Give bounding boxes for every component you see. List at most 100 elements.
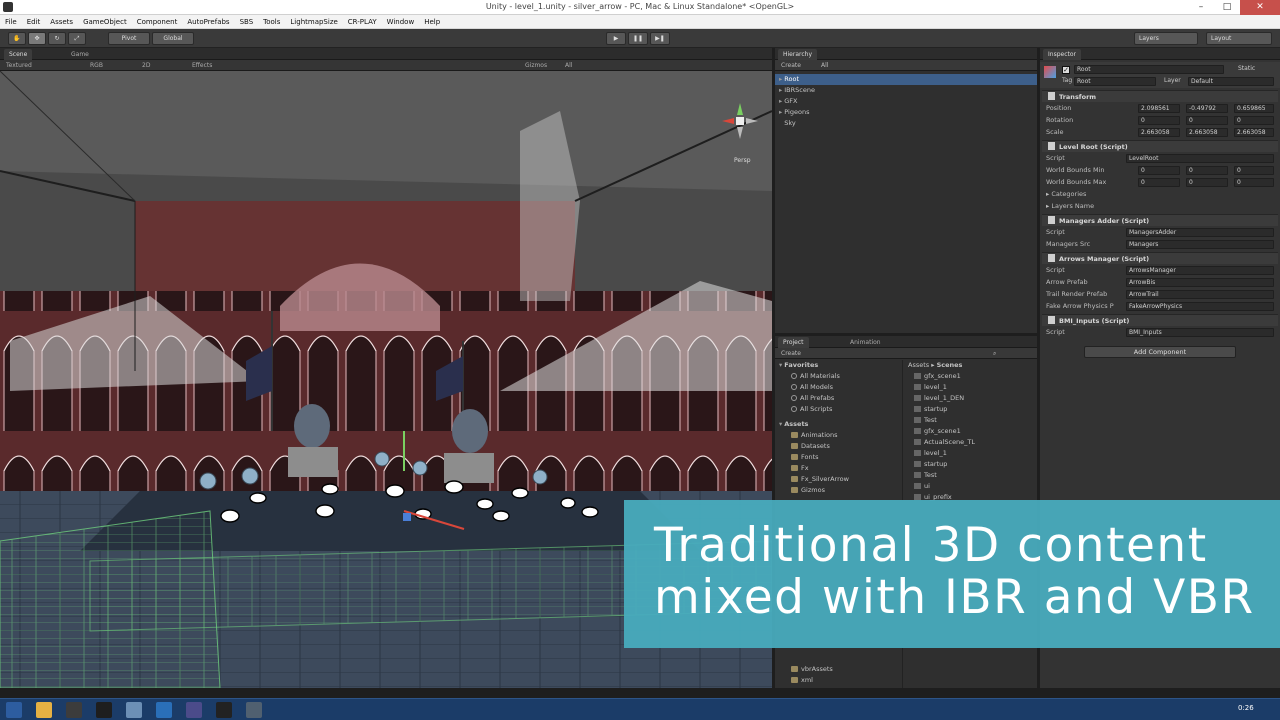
add-component-button[interactable]: Add Component	[1084, 346, 1236, 358]
orientation-gizmo[interactable]	[718, 101, 762, 141]
expand-arrow-icon[interactable]: ▸	[779, 97, 782, 105]
scene-file[interactable]: level_1_DEN	[904, 393, 1037, 404]
menu-help[interactable]: Help	[419, 15, 445, 29]
favorite-item[interactable]: All Models	[775, 382, 902, 393]
scene-file[interactable]: startup	[904, 459, 1037, 470]
close-button[interactable]: ✕	[1240, 0, 1280, 15]
hierarchy-search-input[interactable]: All	[821, 60, 828, 71]
layers-dropdown[interactable]: Layers	[1134, 32, 1198, 45]
scale-x-field[interactable]: 2.663058	[1138, 128, 1180, 137]
menu-cr-play[interactable]: CR-PLAY	[343, 15, 382, 29]
tab-game[interactable]: Game	[66, 49, 94, 60]
asset-folder[interactable]: Animations	[775, 430, 902, 441]
managers-adder-script-field[interactable]: ManagersAdder	[1126, 228, 1274, 237]
global-toggle-button[interactable]: Global	[152, 32, 194, 45]
static-checkbox[interactable]: Static	[1238, 65, 1255, 72]
layout-dropdown[interactable]: Layout	[1206, 32, 1272, 45]
tab-scene[interactable]: Scene	[4, 49, 33, 60]
expand-arrow-icon[interactable]: ▸	[779, 108, 782, 116]
app-icon[interactable]	[186, 702, 202, 718]
gizmos-dropdown[interactable]: Gizmos	[525, 60, 547, 71]
app-icon[interactable]	[156, 702, 172, 718]
rotate-tool-button[interactable]: ↻	[48, 32, 66, 45]
rotation-x-field[interactable]: 0	[1138, 116, 1180, 125]
menu-assets[interactable]: Assets	[45, 15, 78, 29]
scene-search-input[interactable]: All	[565, 60, 572, 71]
project-search-icon[interactable]: ⌕	[993, 348, 996, 359]
tab-inspector[interactable]: Inspector	[1043, 49, 1081, 60]
scene-file[interactable]: ActualScene_TL	[904, 437, 1037, 448]
categories-foldout[interactable]: ▸ Categories	[1046, 189, 1276, 200]
play-button[interactable]: ▶	[606, 32, 626, 45]
hand-tool-button[interactable]: ✋	[8, 32, 26, 45]
scene-file[interactable]: startup	[904, 404, 1037, 415]
breadcrumb-root[interactable]: Assets	[908, 361, 929, 369]
level-root-script-field[interactable]: LevelRoot	[1126, 154, 1274, 163]
world-max-y-field[interactable]: 0	[1186, 178, 1228, 187]
minimize-button[interactable]: –	[1188, 0, 1214, 15]
layers-name-foldout[interactable]: ▸ Layers Name	[1046, 201, 1276, 212]
asset-folder[interactable]: Fx_SilverArrow	[775, 474, 902, 485]
scene-file[interactable]: Test	[904, 470, 1037, 481]
app-icon[interactable]	[246, 702, 262, 718]
fake-physics-field[interactable]: FakeArrowPhysics	[1126, 302, 1274, 311]
favorite-item[interactable]: All Prefabs	[775, 393, 902, 404]
asset-folder[interactable]: Fonts	[775, 452, 902, 463]
menu-sbs[interactable]: SBS	[235, 15, 259, 29]
start-button-icon[interactable]	[6, 702, 22, 718]
position-x-field[interactable]: 2.098561	[1138, 104, 1180, 113]
asset-folder[interactable]: xml	[775, 675, 813, 686]
maximize-button[interactable]: □	[1214, 0, 1240, 15]
app-icon[interactable]	[216, 702, 232, 718]
world-min-z-field[interactable]: 0	[1234, 166, 1274, 175]
hierarchy-item-pigeons[interactable]: ▸ Pigeons	[775, 107, 1037, 118]
tab-hierarchy[interactable]: Hierarchy	[778, 49, 818, 60]
breadcrumb-current[interactable]: Scenes	[937, 361, 963, 369]
asset-folder[interactable]: Fx	[775, 463, 902, 474]
scene-file[interactable]: gfx_scene1	[904, 426, 1037, 437]
hierarchy-item-ibrscene[interactable]: ▸ IBRScene	[775, 85, 1037, 96]
shading-mode-dropdown[interactable]: Textured	[6, 60, 32, 71]
tab-project[interactable]: Project	[778, 337, 809, 348]
rotation-y-field[interactable]: 0	[1186, 116, 1228, 125]
hierarchy-item-sky[interactable]: ▸Sky	[775, 118, 1037, 129]
2d-toggle-button[interactable]: 2D	[142, 60, 150, 71]
level-root-header[interactable]: Level Root (Script)	[1042, 140, 1278, 152]
position-z-field[interactable]: 0.659865	[1234, 104, 1274, 113]
arrows-manager-script-field[interactable]: ArrowsManager	[1126, 266, 1274, 275]
step-button[interactable]: ▶❚	[650, 32, 670, 45]
render-mode-dropdown[interactable]: RGB	[90, 60, 103, 71]
hierarchy-create-dropdown[interactable]: Create	[781, 60, 801, 71]
favorite-item[interactable]: All Scripts	[775, 404, 902, 415]
menu-component[interactable]: Component	[132, 15, 183, 29]
world-min-x-field[interactable]: 0	[1138, 166, 1180, 175]
menu-autoprefabs[interactable]: AutoPrefabs	[182, 15, 234, 29]
scene-file[interactable]: level_1	[904, 448, 1037, 459]
project-create-dropdown[interactable]: Create	[781, 348, 801, 359]
managers-adder-header[interactable]: Managers Adder (Script)	[1042, 214, 1278, 226]
menu-tools[interactable]: Tools	[258, 15, 285, 29]
move-tool-button[interactable]: ✥	[28, 32, 46, 45]
scene-file[interactable]: Test	[904, 415, 1037, 426]
pivot-toggle-button[interactable]: Pivot	[108, 32, 150, 45]
menu-lightmapsize[interactable]: LightmapSize	[285, 15, 342, 29]
scale-tool-button[interactable]: ⤢	[68, 32, 86, 45]
tag-dropdown[interactable]: Root	[1074, 77, 1156, 86]
bmi-inputs-script-field[interactable]: BMI_Inputs	[1126, 328, 1274, 337]
effects-dropdown[interactable]: Effects	[192, 60, 212, 71]
taskbar-clock[interactable]: 0:26	[1238, 704, 1254, 712]
trail-prefab-field[interactable]: ArrowTrail	[1126, 290, 1274, 299]
explorer-icon[interactable]	[36, 702, 52, 718]
scene-file[interactable]: level_1	[904, 382, 1037, 393]
app-icon[interactable]	[126, 702, 142, 718]
rotation-z-field[interactable]: 0	[1234, 116, 1274, 125]
hierarchy-item-root[interactable]: ▸ Root	[775, 74, 1037, 85]
menu-file[interactable]: File	[0, 15, 22, 29]
unity-icon[interactable]	[96, 702, 112, 718]
expand-arrow-icon[interactable]: ▸	[779, 75, 782, 83]
layer-dropdown[interactable]: Default	[1188, 77, 1274, 86]
asset-folder[interactable]: Datasets	[775, 441, 902, 452]
scene-file[interactable]: gfx_scene1	[904, 371, 1037, 382]
asset-folder[interactable]: vbrAssets	[775, 664, 833, 675]
scale-z-field[interactable]: 2.663058	[1234, 128, 1274, 137]
